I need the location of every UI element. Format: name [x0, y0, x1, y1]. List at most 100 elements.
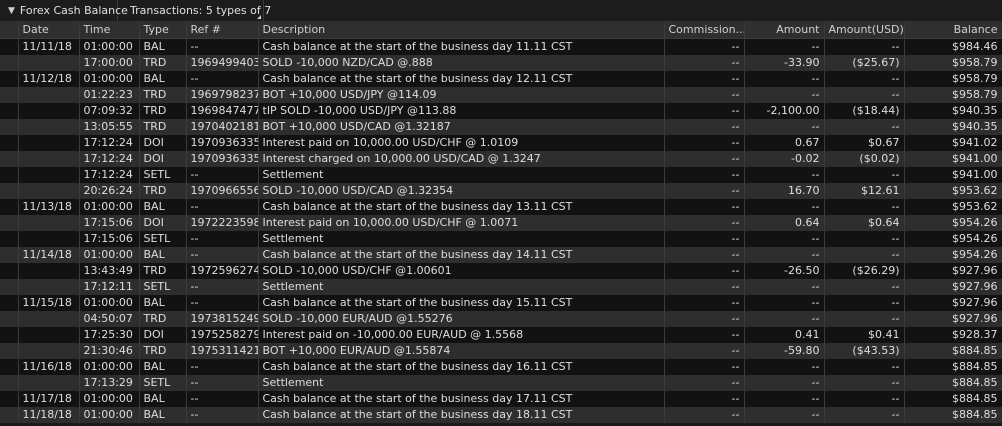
cell-type: BAL: [139, 407, 187, 423]
column-header-date[interactable]: Date: [18, 22, 80, 39]
cell-amount: --: [744, 359, 825, 375]
cell-commission: --: [664, 135, 745, 151]
row-indicator: [0, 263, 19, 279]
cell-description: Cash balance at the start of the busines…: [258, 38, 665, 55]
cell-balance: $941.02: [904, 135, 1002, 151]
table-row[interactable]: 17:15:06 DOI 1972223598 Interest paid on 10…: [0, 215, 1002, 231]
row-indicator: [0, 343, 19, 359]
column-header-ref[interactable]: Ref #: [186, 22, 259, 39]
cell-amount-usd: ($0.02): [824, 151, 905, 167]
row-indicator: [0, 247, 19, 263]
cell-time: 17:13:29: [79, 375, 140, 391]
table-row[interactable]: 17:12:24 SETL -- Settlement -- -- -- $941.00: [0, 167, 1002, 183]
cell-balance: $927.96: [904, 295, 1002, 311]
cell-amount: --: [744, 247, 825, 263]
cell-date: [18, 183, 80, 199]
cell-time: 01:00:00: [79, 38, 140, 55]
cell-date: [18, 103, 80, 119]
cell-amount-usd: --: [824, 87, 905, 103]
table-row[interactable]: 13:05:55 TRD 1970402181 BOT +10,000 USD/CAD…: [0, 119, 1002, 135]
chevron-down-icon[interactable]: ▼: [8, 6, 15, 16]
row-indicator: [0, 87, 19, 103]
table-row[interactable]: 04:50:07 TRD 1973815249 SOLD -10,000 EUR/AU…: [0, 311, 1002, 327]
table-row[interactable]: 11/12/18 01:00:00 BAL -- Cash balance at the…: [0, 71, 1002, 87]
column-header-time[interactable]: Time: [79, 22, 140, 39]
cell-commission: --: [664, 55, 745, 71]
column-header-commission[interactable]: Commission...: [664, 22, 745, 39]
cell-type: TRD: [139, 311, 187, 327]
row-indicator: [0, 119, 19, 135]
cell-time: 17:00:00: [79, 55, 140, 71]
cell-amount-usd: ($43.53): [824, 343, 905, 359]
cell-balance: $984.46: [904, 38, 1002, 55]
table-row[interactable]: 17:12:24 DOI 1970936335 Interest paid on 10…: [0, 135, 1002, 151]
table-row[interactable]: 11/16/18 01:00:00 BAL -- Cash balance at the…: [0, 359, 1002, 375]
table-row[interactable]: 17:12:11 SETL -- Settlement -- -- -- $927.96: [0, 279, 1002, 295]
table-row[interactable]: 11/17/18 01:00:00 BAL -- Cash balance at the…: [0, 391, 1002, 407]
row-indicator: [0, 199, 19, 215]
cell-description: Cash balance at the start of the busines…: [258, 71, 665, 87]
table-row[interactable]: 13:43:49 TRD 1972596274 SOLD -10,000 USD/CH…: [0, 263, 1002, 279]
cell-ref: 1969499403: [186, 55, 259, 71]
table-row[interactable]: 11/11/18 01:00:00 BAL -- Cash balance at the…: [0, 38, 1002, 55]
cell-amount: --: [744, 295, 825, 311]
cell-amount-usd: --: [824, 71, 905, 87]
row-indicator: [0, 407, 19, 423]
cell-commission: --: [664, 247, 745, 263]
row-indicator: [0, 71, 19, 87]
cell-commission: --: [664, 71, 745, 87]
table-row[interactable]: 17:00:00 TRD 1969499403 SOLD -10,000 NZD/CA…: [0, 55, 1002, 71]
column-header-type[interactable]: Type: [139, 22, 187, 39]
cell-amount: -2,100.00: [744, 103, 825, 119]
cell-date: 11/17/18: [18, 391, 80, 407]
cell-commission: --: [664, 38, 745, 55]
row-indicator: [0, 311, 19, 327]
cell-description: Interest charged on 10,000.00 USD/CAD @ …: [258, 151, 665, 167]
table-row[interactable]: 17:13:29 SETL -- Settlement -- -- -- $884.85: [0, 375, 1002, 391]
transactions-filter[interactable]: Transactions: 5 types of 7: [118, 0, 271, 21]
cell-ref: --: [186, 391, 259, 407]
column-header-amount[interactable]: Amount: [744, 22, 825, 39]
cell-date: [18, 327, 80, 343]
column-header-description[interactable]: Description: [258, 22, 665, 39]
cell-amount: 16.70: [744, 183, 825, 199]
table-row[interactable]: 17:12:24 DOI 1970936335 Interest charged on…: [0, 151, 1002, 167]
column-header-balance[interactable]: Balance: [904, 22, 1002, 39]
row-indicator: [0, 279, 19, 295]
cell-commission: --: [664, 359, 745, 375]
cell-date: [18, 279, 80, 295]
cell-time: 17:12:24: [79, 167, 140, 183]
cell-type: TRD: [139, 343, 187, 359]
cell-time: 17:25:30: [79, 327, 140, 343]
cell-type: BAL: [139, 359, 187, 375]
cell-date: [18, 167, 80, 183]
table-row[interactable]: 01:22:23 TRD 1969798237 BOT +10,000 USD/JPY…: [0, 87, 1002, 103]
column-header-amount-usd[interactable]: Amount(USD): [824, 22, 905, 39]
cell-balance: $884.85: [904, 375, 1002, 391]
cell-ref: 1970966556: [186, 183, 259, 199]
table-row[interactable]: 21:30:46 TRD 1975311421 BOT +10,000 EUR/AUD…: [0, 343, 1002, 359]
table-row[interactable]: 17:25:30 DOI 1975258279 Interest paid on -1…: [0, 327, 1002, 343]
table-row[interactable]: 11/15/18 01:00:00 BAL -- Cash balance at the…: [0, 295, 1002, 311]
cell-amount-usd: $0.41: [824, 327, 905, 343]
cell-time: 17:12:24: [79, 151, 140, 167]
cell-commission: --: [664, 295, 745, 311]
table-row[interactable]: 11/14/18 01:00:00 BAL -- Cash balance at the…: [0, 247, 1002, 263]
cell-date: 11/16/18: [18, 359, 80, 375]
header-indicator: [0, 22, 19, 39]
cell-type: BAL: [139, 247, 187, 263]
cell-commission: --: [664, 311, 745, 327]
cell-commission: --: [664, 343, 745, 359]
table-row[interactable]: 20:26:24 TRD 1970966556 SOLD -10,000 USD/CA…: [0, 183, 1002, 199]
table-row[interactable]: 11/13/18 01:00:00 BAL -- Cash balance at the…: [0, 199, 1002, 215]
row-indicator: [0, 391, 19, 407]
panel-title-toggle[interactable]: ▼ Forex Cash Balance: [0, 0, 128, 21]
table-row[interactable]: 07:09:32 TRD 1969847477 tIP SOLD -10,000 US…: [0, 103, 1002, 119]
table-row[interactable]: 17:15:06 SETL -- Settlement -- -- -- $954.26: [0, 231, 1002, 247]
cell-description: Cash balance at the start of the busines…: [258, 295, 665, 311]
table-row[interactable]: 11/18/18 01:00:00 BAL -- Cash balance at the…: [0, 407, 1002, 423]
cell-ref: 1970936335: [186, 151, 259, 167]
cell-date: [18, 135, 80, 151]
cell-description: Cash balance at the start of the busines…: [258, 359, 665, 375]
row-indicator: [0, 359, 19, 375]
